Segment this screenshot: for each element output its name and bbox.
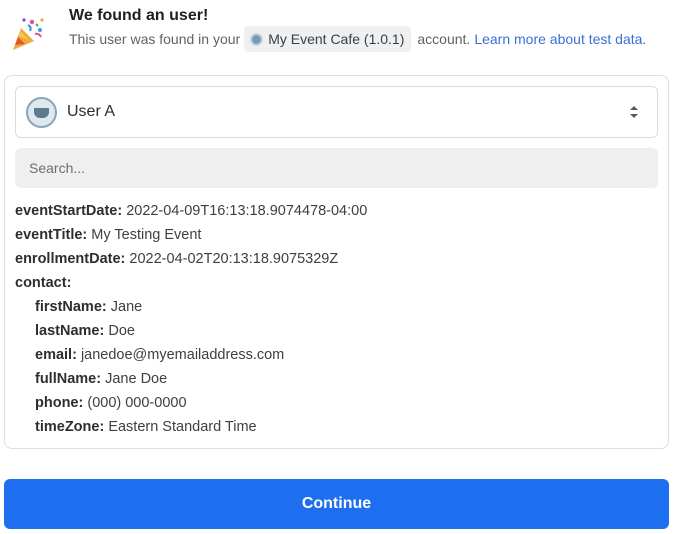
user-data-card: User A eventStartDate: 2022-04-09T16:13:…	[4, 75, 669, 449]
continue-button[interactable]: Continue	[4, 479, 669, 529]
field-value: My Testing Event	[91, 227, 202, 243]
field-enrollmentDate: enrollmentDate: 2022-04-02T20:13:18.9075…	[15, 249, 655, 273]
field-key: eventTitle:	[15, 227, 88, 243]
field-firstName: firstName: Jane	[15, 297, 655, 321]
updown-chevron-icon	[630, 106, 638, 118]
field-list: eventStartDate: 2022-04-09T16:13:18.9074…	[15, 201, 655, 441]
field-key: enrollmentDate:	[15, 251, 126, 267]
result-subline: This user was found in your My Event Caf…	[69, 26, 646, 52]
field-timeZone: timeZone: Eastern Standard Time	[15, 417, 655, 441]
app-logo-icon	[250, 32, 264, 46]
party-popper-icon	[13, 18, 44, 50]
field-fullName: fullName: Jane Doe	[15, 369, 655, 393]
field-value: 2022-04-02T20:13:18.9075329Z	[129, 251, 339, 267]
learn-more-link[interactable]: Learn more about test data.	[474, 31, 646, 47]
subline-prefix: This user was found in your	[69, 31, 241, 47]
field-value: Eastern Standard Time	[108, 419, 257, 435]
field-key: contact:	[15, 275, 72, 291]
app-chip: My Event Cafe (1.0.1)	[244, 26, 412, 52]
field-phone: phone: (000) 000-0000	[15, 393, 655, 417]
field-value: Doe	[108, 323, 135, 339]
result-header: We found an user! This user was found in…	[10, 6, 670, 58]
field-value: Jane Doe	[105, 371, 168, 387]
user-selector-dropdown[interactable]: User A	[15, 86, 658, 138]
field-key: email:	[35, 347, 77, 363]
subline-suffix: account.	[417, 31, 471, 47]
coffee-cup-icon	[26, 97, 57, 128]
field-key: fullName:	[35, 371, 102, 387]
field-value: janedoe@myemailaddress.com	[80, 347, 285, 363]
field-key: timeZone:	[35, 419, 105, 435]
field-key: firstName:	[35, 299, 107, 315]
field-contact: contact:	[15, 273, 655, 297]
field-value: 2022-04-09T16:13:18.9074478-04:00	[126, 203, 368, 219]
field-lastName: lastName: Doe	[15, 321, 655, 345]
search-input[interactable]	[15, 148, 658, 188]
field-value: Jane	[110, 299, 143, 315]
field-email: email: janedoe@myemailaddress.com	[15, 345, 655, 369]
field-eventTitle: eventTitle: My Testing Event	[15, 225, 655, 249]
app-name: My Event Cafe (1.0.1)	[268, 31, 405, 47]
field-key: lastName:	[35, 323, 105, 339]
field-value: (000) 000-0000	[87, 395, 187, 411]
field-key: phone:	[35, 395, 84, 411]
selected-user-label: User A	[67, 103, 116, 120]
test-result-panel: We found an user! This user was found in…	[0, 0, 676, 534]
field-eventStartDate: eventStartDate: 2022-04-09T16:13:18.9074…	[15, 201, 655, 225]
result-title: We found an user!	[69, 7, 209, 24]
field-key: eventStartDate:	[15, 203, 123, 219]
